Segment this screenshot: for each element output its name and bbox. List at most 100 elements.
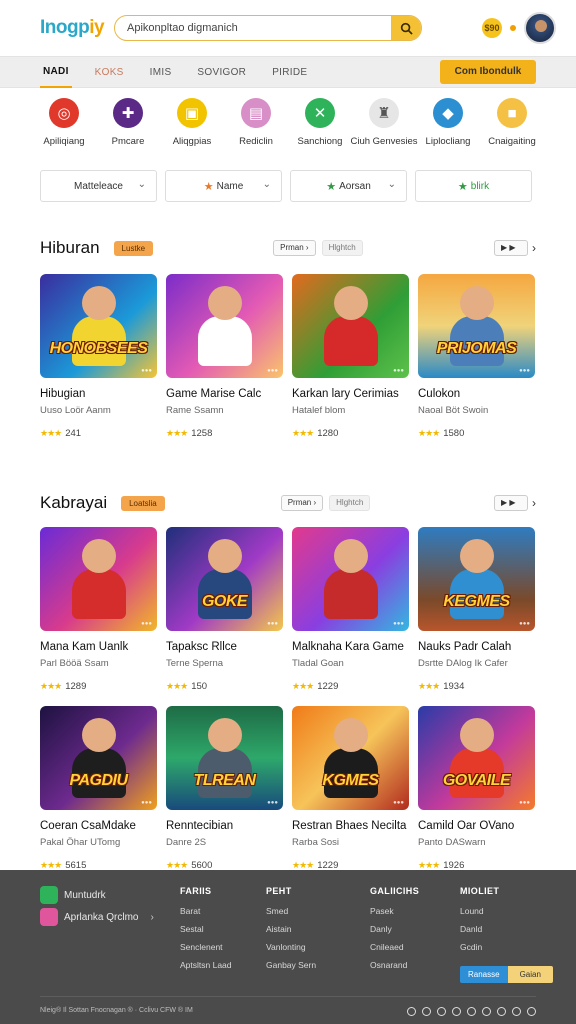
social-icon[interactable] xyxy=(467,1007,476,1016)
game-rating: ★★★ 1229 xyxy=(292,681,409,692)
game-thumbnail[interactable]: PRIJOMAS ●●● xyxy=(418,274,535,378)
game-title[interactable]: Coeran CsaMdake xyxy=(40,820,157,832)
game-card[interactable]: KGMES ●●● Restran Bhaes Necilta Rarba Sosi ★… xyxy=(292,706,409,871)
filter-dropdown[interactable]: ★ Aorsan ⌄ xyxy=(290,170,407,202)
footer-link[interactable]: Senclenent xyxy=(180,942,232,952)
footer-link[interactable]: Danld xyxy=(460,924,499,934)
game-card[interactable]: GOVAILE ●●● Camild Oar OVano Panto DASwarn ★… xyxy=(418,706,535,871)
social-icon[interactable] xyxy=(452,1007,461,1016)
game-title[interactable]: Restran Bhaes Necilta xyxy=(292,820,409,832)
coin-balance-icon[interactable]: $90 xyxy=(482,18,502,38)
game-title[interactable]: Culokon xyxy=(418,388,535,400)
user-avatar[interactable] xyxy=(524,12,556,44)
filter-dropdown[interactable]: ★ blirk xyxy=(415,170,532,202)
nav-tab-piride[interactable]: PIRIDE xyxy=(269,58,310,87)
highlight-button[interactable]: Hlghtch xyxy=(321,240,363,256)
game-card[interactable]: HONOBSEES ●●● Hibugian Uuso Loör Aanm ★★★ 241 xyxy=(40,274,157,439)
game-thumbnail[interactable]: GOVAILE ●●● xyxy=(418,706,535,810)
social-icon[interactable] xyxy=(512,1007,521,1016)
footer-link[interactable]: Sestal xyxy=(180,924,232,934)
game-title[interactable]: Tapaksc Rllce xyxy=(166,641,283,653)
game-card[interactable]: ●●● Game Marise Calc Rame Ssamn ★★★ 1258 xyxy=(166,274,283,439)
footer-link[interactable]: Gcdin xyxy=(460,942,499,952)
game-thumbnail[interactable]: GOKE ●●● xyxy=(166,527,283,631)
footer-link[interactable]: Smed xyxy=(266,906,316,916)
footer-link[interactable]: Vanlonting xyxy=(266,942,316,952)
game-title[interactable]: Mana Kam Uanlk xyxy=(40,641,157,653)
sort-button[interactable]: Prman › xyxy=(280,495,324,511)
social-icon[interactable] xyxy=(527,1007,536,1016)
game-title[interactable]: Camild Oar OVano xyxy=(418,820,535,832)
nav-tab-koks[interactable]: KOKS xyxy=(92,58,127,87)
game-thumbnail[interactable]: TLREAN ●●● xyxy=(166,706,283,810)
game-title[interactable]: Malknaha Kara Game xyxy=(292,641,409,653)
chevron-right-icon[interactable]: › xyxy=(532,496,536,510)
category-item[interactable]: ▣ Aliqgpias xyxy=(160,98,224,148)
category-item[interactable]: ✚ Pmcare xyxy=(96,98,160,148)
category-item[interactable]: ◆ Liplocliang xyxy=(416,98,480,148)
game-thumbnail[interactable]: ●●● xyxy=(40,527,157,631)
game-card[interactable]: TLREAN ●●● Renntecibian Danre 2S ★★★ 5600 xyxy=(166,706,283,871)
footer-secondary-button[interactable]: Gaian xyxy=(507,966,553,983)
search-input[interactable]: Apikonpltao digmanich xyxy=(115,22,391,34)
game-thumbnail[interactable]: HONOBSEES ●●● xyxy=(40,274,157,378)
footer-primary-button[interactable]: Ranasse xyxy=(460,966,508,983)
game-thumbnail[interactable]: ●●● xyxy=(292,527,409,631)
game-card[interactable]: ●●● Malknaha Kara Game Tladal Goan ★★★ 1229 xyxy=(292,527,409,692)
game-card[interactable]: PAGDIU ●●● Coeran CsaMdake Pakal Öhar UTomg… xyxy=(40,706,157,871)
game-thumbnail[interactable]: ●●● xyxy=(292,274,409,378)
category-item[interactable]: ◎ Apiliqiang xyxy=(32,98,96,148)
game-title[interactable]: Hibugian xyxy=(40,388,157,400)
footer-link[interactable]: Cnileaed xyxy=(370,942,419,952)
section-pager-button[interactable]: ▶ ▶ xyxy=(494,240,528,256)
footer-app-link[interactable]: Aprlanka Qrclmo › xyxy=(40,908,154,926)
filter-dropdown[interactable]: Matteleace ⌄ xyxy=(40,170,157,202)
chevron-right-icon[interactable]: › xyxy=(532,241,536,255)
game-card[interactable]: GOKE ●●● Tapaksc Rllce Terne Sperna ★★★ 150 xyxy=(166,527,283,692)
nav-tab-imis[interactable]: IMIS xyxy=(147,58,175,87)
social-icon[interactable] xyxy=(422,1007,431,1016)
category-item[interactable]: ■ Cnaigaiting xyxy=(480,98,544,148)
chevron-down-icon: ⌄ xyxy=(387,179,396,190)
sort-button[interactable]: Prman › xyxy=(273,240,316,256)
category-item[interactable]: ▤ Rediclin xyxy=(224,98,288,148)
nav-cta-button[interactable]: Com Ibondulk xyxy=(440,60,536,84)
social-icon[interactable] xyxy=(437,1007,446,1016)
nav-tab-nadi[interactable]: NADI xyxy=(40,57,72,88)
game-thumbnail[interactable]: KGMES ●●● xyxy=(292,706,409,810)
footer-link[interactable]: Pasek xyxy=(370,906,419,916)
section-pager-button[interactable]: ▶ ▶ xyxy=(494,495,528,511)
search-bar[interactable]: Apikonpltao digmanich xyxy=(114,15,422,41)
game-title[interactable]: Game Marise Calc xyxy=(166,388,283,400)
game-thumbnail[interactable]: KEGMES ●●● xyxy=(418,527,535,631)
social-icon[interactable] xyxy=(497,1007,506,1016)
game-card[interactable]: PRIJOMAS ●●● Culokon Naoal Böt Swoin ★★★ 1580 xyxy=(418,274,535,439)
game-title[interactable]: Nauks Padr Calah xyxy=(418,641,535,653)
footer-link[interactable]: Ganbay Sern xyxy=(266,960,316,970)
footer-link[interactable]: Osnarand xyxy=(370,960,419,970)
game-subtitle: Parl Bööä Ssam xyxy=(40,658,109,669)
game-thumbnail[interactable]: PAGDIU ●●● xyxy=(40,706,157,810)
social-icon[interactable] xyxy=(482,1007,491,1016)
game-thumbnail[interactable]: ●●● xyxy=(166,274,283,378)
category-item[interactable]: ✕ Sanchiong xyxy=(288,98,352,148)
game-card[interactable]: ●●● Karkan lary Cerimias Hatalef blom ★★★ 12… xyxy=(292,274,409,439)
game-card[interactable]: KEGMES ●●● Nauks Padr Calah Dsrtte DAlog Ik… xyxy=(418,527,535,692)
game-title[interactable]: Renntecibian xyxy=(166,820,283,832)
filter-dropdown[interactable]: ★ Name ⌄ xyxy=(165,170,282,202)
game-card[interactable]: ●●● Mana Kam Uanlk Parl Bööä Ssam ★★★ 1289 xyxy=(40,527,157,692)
app-logo[interactable]: Inogpiy xyxy=(40,17,114,39)
category-item[interactable]: ♜ Ciuh Genvesies xyxy=(350,98,418,148)
footer-link[interactable]: Barat xyxy=(180,906,232,916)
search-button[interactable] xyxy=(391,16,421,40)
footer-link[interactable]: Aistain xyxy=(266,924,316,934)
social-icon[interactable] xyxy=(407,1007,416,1016)
footer-link[interactable]: Danly xyxy=(370,924,419,934)
highlight-button[interactable]: Hlghtch xyxy=(329,495,371,511)
game-title[interactable]: Karkan lary Cerimias xyxy=(292,388,409,400)
game-logo-text: PRIJOMAS xyxy=(436,340,517,357)
footer-link[interactable]: Lound xyxy=(460,906,499,916)
footer-app-link[interactable]: Muntudrk xyxy=(40,886,106,904)
footer-link[interactable]: Aptsltsn Laad xyxy=(180,960,232,970)
nav-tab-sovigor[interactable]: SOVIGOR xyxy=(194,58,249,87)
